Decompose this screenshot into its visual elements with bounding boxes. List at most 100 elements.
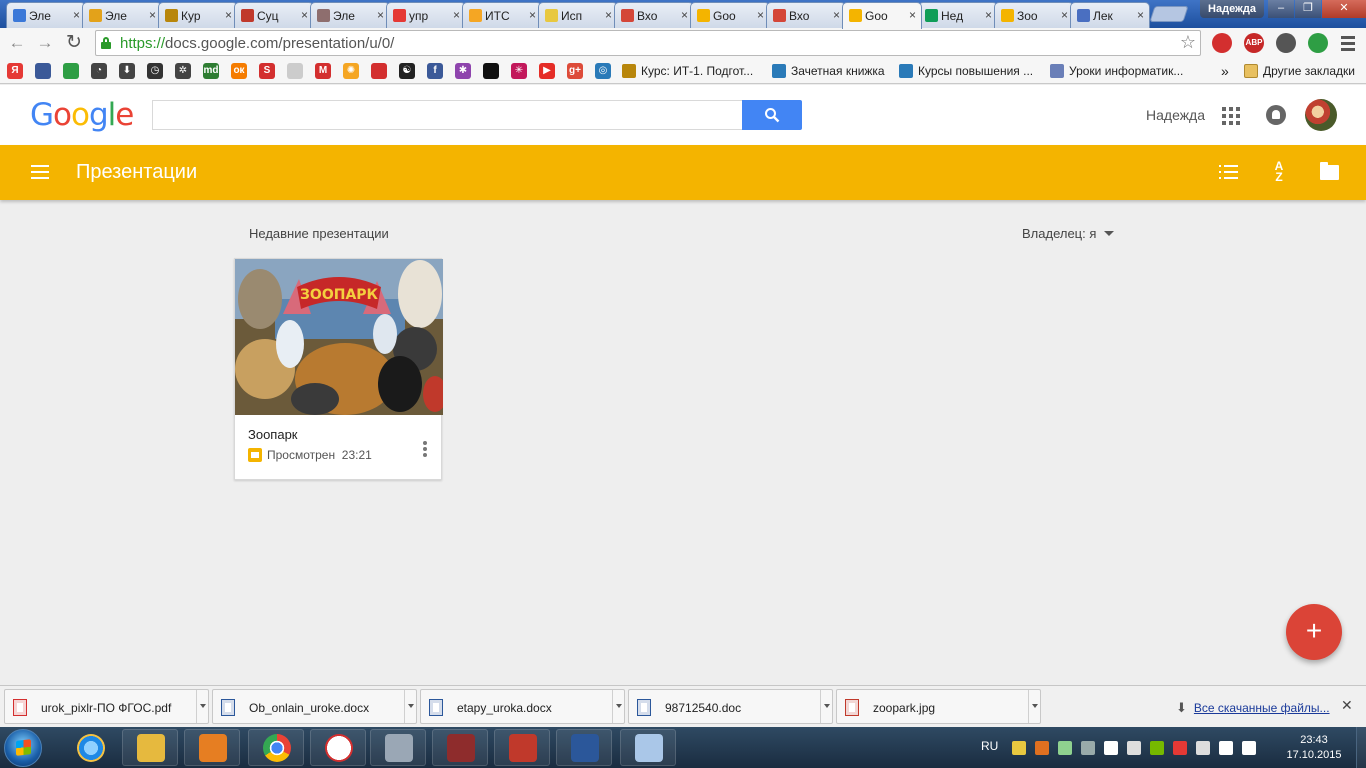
browser-tab[interactable]: Нед × <box>918 2 998 28</box>
browser-tab[interactable]: Зоо × <box>994 2 1074 28</box>
search-button[interactable] <box>742 100 802 130</box>
tab-close-icon[interactable]: × <box>757 8 764 22</box>
system-clock[interactable]: 23:43 17.10.2015 <box>1286 733 1342 763</box>
bookmark-icon[interactable]: md <box>203 63 219 79</box>
avatar[interactable] <box>1305 99 1337 131</box>
new-tab-button[interactable] <box>1149 6 1189 22</box>
reload-button[interactable]: ↻ <box>63 32 85 54</box>
media-taskbar-button[interactable] <box>184 729 240 766</box>
browser-tab[interactable]: упр × <box>386 2 466 28</box>
address-bar[interactable]: https://docs.google.com/presentation/u/0… <box>95 30 1201 56</box>
tab-close-icon[interactable]: × <box>529 8 536 22</box>
back-button[interactable]: ← <box>6 32 28 54</box>
bookmark-icon[interactable] <box>63 63 79 79</box>
tab-close-icon[interactable]: × <box>909 8 916 22</box>
bookmark-icon[interactable]: ✳ <box>511 63 527 79</box>
main-menu-icon[interactable] <box>31 165 49 179</box>
tab-close-icon[interactable]: × <box>149 8 156 22</box>
bookmark-icon[interactable]: f <box>427 63 443 79</box>
download-item[interactable]: etapy_uroka.docx <box>420 689 625 724</box>
search-input[interactable] <box>153 101 743 129</box>
bookmark-icon[interactable]: g+ <box>567 63 583 79</box>
bookmark-icon[interactable]: ▶ <box>539 63 555 79</box>
more-options-icon[interactable] <box>423 441 429 459</box>
bookmark-icon[interactable]: ✺ <box>343 63 359 79</box>
bookmark-icon[interactable]: S <box>259 63 275 79</box>
google-search-box[interactable] <box>152 100 744 130</box>
explorer-taskbar-button[interactable] <box>122 729 178 766</box>
adblock-stop-icon[interactable] <box>1212 33 1232 53</box>
adblock-plus-icon[interactable]: ABP <box>1244 33 1264 53</box>
bookmark-icon[interactable]: ◷ <box>147 63 163 79</box>
bookmark-link[interactable]: Уроки информатик... <box>1050 63 1183 79</box>
bookmark-icon[interactable]: ⬇ <box>119 63 135 79</box>
all-downloads-link[interactable]: ⬇ Все скачанные файлы... <box>1176 700 1330 716</box>
tray-icon[interactable] <box>1127 741 1141 755</box>
browser-tab[interactable]: Эле × <box>82 2 162 28</box>
browser-tab[interactable]: Goo × <box>842 2 922 29</box>
tray-icon[interactable] <box>1058 741 1072 755</box>
xmind-taskbar-button[interactable] <box>494 729 550 766</box>
browser-tab[interactable]: Кур × <box>158 2 238 28</box>
browser-tab[interactable]: Вхо × <box>614 2 694 28</box>
user-name[interactable]: Надежда <box>1146 107 1205 123</box>
winrar-taskbar-button[interactable] <box>432 729 488 766</box>
browser-menu-icon[interactable] <box>1340 34 1356 52</box>
extension-wheel-icon[interactable] <box>1276 33 1296 53</box>
tray-icon[interactable] <box>1173 741 1187 755</box>
download-options-chevron-icon[interactable] <box>404 690 416 723</box>
download-item[interactable]: 98712540.doc <box>628 689 833 724</box>
window-close-button[interactable]: ✕ <box>1322 0 1366 18</box>
presentation-card[interactable]: ЗООПАРК Зоопарк Просмотрен 23:21 <box>234 258 443 480</box>
paint-taskbar-button[interactable] <box>620 729 676 766</box>
bookmark-icon[interactable]: ок <box>231 63 247 79</box>
browser-tab[interactable]: Goo × <box>690 2 770 28</box>
chrome-taskbar-button[interactable] <box>248 729 304 766</box>
tray-icon[interactable] <box>1150 741 1164 755</box>
tab-close-icon[interactable]: × <box>605 8 612 22</box>
tray-icon[interactable] <box>1242 741 1256 755</box>
show-desktop-button[interactable] <box>1356 727 1366 768</box>
owner-filter-dropdown[interactable]: Владелец: я <box>1022 226 1115 241</box>
word-taskbar-button[interactable] <box>556 729 612 766</box>
browser-tab[interactable]: Вхо × <box>766 2 846 28</box>
browser-tab[interactable]: Эле × <box>310 2 390 28</box>
browser-tab[interactable]: ИТС × <box>462 2 542 28</box>
bookmark-icon[interactable] <box>287 63 303 79</box>
forward-button[interactable]: → <box>34 32 56 54</box>
download-item[interactable]: Ob_onlain_uroke.docx <box>212 689 417 724</box>
open-file-picker-folder-icon[interactable] <box>1320 162 1339 180</box>
maximize-button[interactable]: ❐ <box>1295 0 1321 18</box>
extension-green-icon[interactable] <box>1308 33 1328 53</box>
other-bookmarks-folder[interactable]: Другие закладки <box>1244 63 1355 79</box>
tray-icon[interactable] <box>1081 741 1095 755</box>
bookmark-icon[interactable]: Я <box>7 63 23 79</box>
presentation-name[interactable]: Зоопарк <box>248 427 298 442</box>
tab-close-icon[interactable]: × <box>1137 8 1144 22</box>
tray-icon[interactable] <box>1196 741 1210 755</box>
close-shelf-icon[interactable]: ✕ <box>1341 697 1353 714</box>
download-options-chevron-icon[interactable] <box>612 690 624 723</box>
yandex-taskbar-button[interactable] <box>310 729 366 766</box>
download-options-chevron-icon[interactable] <box>1028 690 1040 723</box>
bookmark-icon[interactable] <box>371 63 387 79</box>
tab-close-icon[interactable]: × <box>453 8 460 22</box>
browser-tab[interactable]: Суц × <box>234 2 314 28</box>
profile-button[interactable]: Надежда <box>1200 0 1264 18</box>
tab-close-icon[interactable]: × <box>681 8 688 22</box>
bookmark-icon[interactable]: ◔ <box>91 63 107 79</box>
tab-close-icon[interactable]: × <box>377 8 384 22</box>
notifications-bell-icon[interactable] <box>1266 105 1286 125</box>
list-view-icon[interactable] <box>1219 165 1238 179</box>
start-button[interactable] <box>4 729 42 767</box>
google-logo[interactable]: Google <box>30 97 134 133</box>
tab-close-icon[interactable]: × <box>1061 8 1068 22</box>
bookmark-icon[interactable]: M <box>315 63 331 79</box>
browser-tab[interactable]: Эле × <box>6 2 86 28</box>
bookmark-icon[interactable] <box>483 63 499 79</box>
tab-close-icon[interactable]: × <box>73 8 80 22</box>
apps-grid-icon[interactable] <box>1222 107 1240 125</box>
bookmark-icon[interactable]: ✲ <box>175 63 191 79</box>
bookmark-icon[interactable]: ◎ <box>595 63 611 79</box>
bookmark-icon[interactable] <box>35 63 51 79</box>
